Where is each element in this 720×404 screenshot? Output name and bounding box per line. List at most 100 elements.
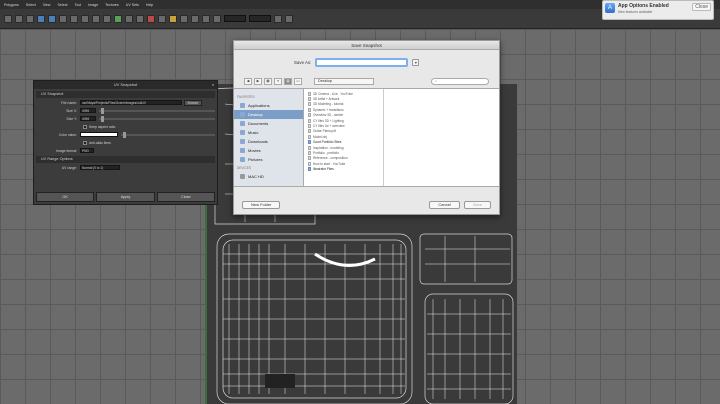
menu-view[interactable]: View xyxy=(43,3,51,7)
sidebar-item-pictures[interactable]: Pictures xyxy=(234,155,303,164)
sidebar-item-desktop[interactable]: Desktop xyxy=(234,110,303,119)
file-name: Portfolio - portfolio xyxy=(313,150,339,155)
folder-icon xyxy=(308,140,311,145)
menu-textures[interactable]: Textures xyxy=(105,3,119,7)
dialog-sidebar: FAVORITES Applications Desktop Documents… xyxy=(234,89,304,186)
music-icon xyxy=(240,130,245,135)
flip-u-icon[interactable] xyxy=(37,14,45,23)
antialias-checkbox[interactable] xyxy=(83,140,87,145)
file-icon xyxy=(308,91,311,96)
sew-uv-icon[interactable] xyxy=(92,14,100,23)
size-x-input[interactable]: 4096 xyxy=(80,108,96,113)
texture-display-icon[interactable] xyxy=(158,14,166,23)
forward-icon[interactable]: ▶ xyxy=(254,78,262,85)
sidebar-item-downloads[interactable]: Downloads xyxy=(234,137,303,146)
rotate-tool-icon[interactable] xyxy=(26,14,34,23)
v-value-field[interactable] xyxy=(249,15,271,22)
ok-button[interactable]: OK xyxy=(36,192,95,202)
color-slider[interactable] xyxy=(121,131,215,138)
save-as-input[interactable] xyxy=(315,58,409,67)
expand-dialog-button[interactable]: ▾ xyxy=(412,59,420,66)
rotate-cw-icon[interactable] xyxy=(70,14,78,23)
flip-v-icon[interactable] xyxy=(48,14,56,23)
column-view-icon[interactable]: ▥ xyxy=(284,78,292,85)
uv-snapshot-section-header[interactable]: UV Snapshot xyxy=(36,91,215,98)
sidebar-item-documents[interactable]: Documents xyxy=(234,119,303,128)
back-icon[interactable]: ◀ xyxy=(244,78,252,85)
file-name: CY files 3D + Lighting xyxy=(313,118,344,123)
file-name-input[interactable]: usr/Maya/Projects/Files/Scene/images/out… xyxy=(80,100,182,105)
rotate-ccw-icon[interactable] xyxy=(59,14,67,23)
pictures-icon xyxy=(240,157,245,162)
sidebar-item-device[interactable]: MAC HD xyxy=(234,172,303,181)
size-x-slider[interactable] xyxy=(99,107,215,114)
list-item[interactable]: Illustrator Files xyxy=(304,166,383,172)
dialog-browser: FAVORITES Applications Desktop Documents… xyxy=(234,88,499,187)
paste-uv-icon[interactable] xyxy=(285,14,293,23)
menu-uv-sets[interactable]: UV Sets xyxy=(126,3,139,7)
menu-image[interactable]: Image xyxy=(88,3,98,7)
preview-column xyxy=(384,89,499,186)
browse-button[interactable]: Browse xyxy=(184,99,202,106)
coverflow-icon[interactable]: ▭ xyxy=(294,78,302,85)
uv-range-section-header[interactable]: UV Range Options xyxy=(36,156,215,163)
apply-button[interactable]: Apply xyxy=(96,192,155,202)
size-y-input[interactable]: 4096 xyxy=(80,116,96,121)
file-icon xyxy=(308,156,311,161)
snapshot-icon[interactable] xyxy=(147,14,155,23)
size-y-row: Size Y: 4096 xyxy=(36,115,215,122)
close-button[interactable]: Close xyxy=(156,192,215,202)
sidebar-item-music[interactable]: Music xyxy=(234,128,303,137)
shade-uv-icon[interactable] xyxy=(169,14,177,23)
keep-ratio-label: Keep aspect ratio xyxy=(89,124,116,129)
keep-ratio-checkbox[interactable] xyxy=(83,124,87,129)
file-icon xyxy=(308,102,311,107)
antialias-row: Anti-alias lines xyxy=(36,139,215,146)
notification-subtitle: New features available xyxy=(618,10,653,14)
uv-panel-title-text: UV Snapshot xyxy=(113,82,138,87)
format-select[interactable]: PNG xyxy=(80,148,94,153)
file-name: Illustrator Files xyxy=(313,167,334,172)
layout-icon[interactable] xyxy=(114,14,122,23)
sidebar-item-applications[interactable]: Applications xyxy=(234,101,303,110)
file-name: CY files 3d + overview xyxy=(313,124,345,129)
align-icon[interactable] xyxy=(125,14,133,23)
search-field[interactable]: ⌕ xyxy=(431,78,489,85)
menu-tool[interactable]: Tool xyxy=(75,3,82,7)
isolate-icon[interactable] xyxy=(191,14,199,23)
file-icon xyxy=(308,145,311,150)
filter-icon[interactable] xyxy=(213,14,221,23)
notification-close-button[interactable]: Close xyxy=(692,3,711,11)
size-y-slider[interactable] xyxy=(99,115,215,122)
file-name: How to start - YouTube xyxy=(313,161,346,166)
unfold-icon[interactable] xyxy=(103,14,111,23)
file-name: Guitar Plans.pdf xyxy=(313,129,336,134)
move-tool-icon[interactable] xyxy=(15,14,23,23)
list-view-icon[interactable]: ≡ xyxy=(274,78,282,85)
save-button[interactable]: Save xyxy=(463,201,491,209)
color-swatch[interactable] xyxy=(80,132,118,137)
u-value-field[interactable] xyxy=(224,15,246,22)
search-icon: ⌕ xyxy=(435,79,438,83)
file-list: 3D Cinema - Live - YouTube 3D Artist + A… xyxy=(304,89,384,186)
cut-uv-icon[interactable] xyxy=(81,14,89,23)
close-icon[interactable]: x xyxy=(212,81,214,89)
menu-polygons[interactable]: Polygons xyxy=(4,3,19,7)
copy-uv-icon[interactable] xyxy=(274,14,282,23)
menu-select-2[interactable]: Select xyxy=(58,3,68,7)
grid-icon[interactable] xyxy=(136,14,144,23)
dialog-title: Save Snapshot xyxy=(234,41,499,50)
menu-select[interactable]: Select xyxy=(26,3,36,7)
location-select[interactable]: Desktop xyxy=(314,78,374,85)
wireframe-icon[interactable] xyxy=(180,14,188,23)
new-folder-button[interactable]: New Folder xyxy=(242,201,281,209)
menu-help[interactable]: Help xyxy=(146,3,153,7)
uv-range-select[interactable]: Normal (0 to 1) xyxy=(80,165,120,170)
cancel-button[interactable]: Cancel xyxy=(429,201,460,209)
icon-view-icon[interactable]: ▦ xyxy=(264,78,272,85)
pixel-snap-icon[interactable] xyxy=(202,14,210,23)
sidebar-item-movies[interactable]: Movies xyxy=(234,146,303,155)
format-label: Image format: xyxy=(56,148,77,153)
file-name: Overview 3D - sketch xyxy=(313,113,344,118)
select-tool-icon[interactable] xyxy=(4,14,12,23)
